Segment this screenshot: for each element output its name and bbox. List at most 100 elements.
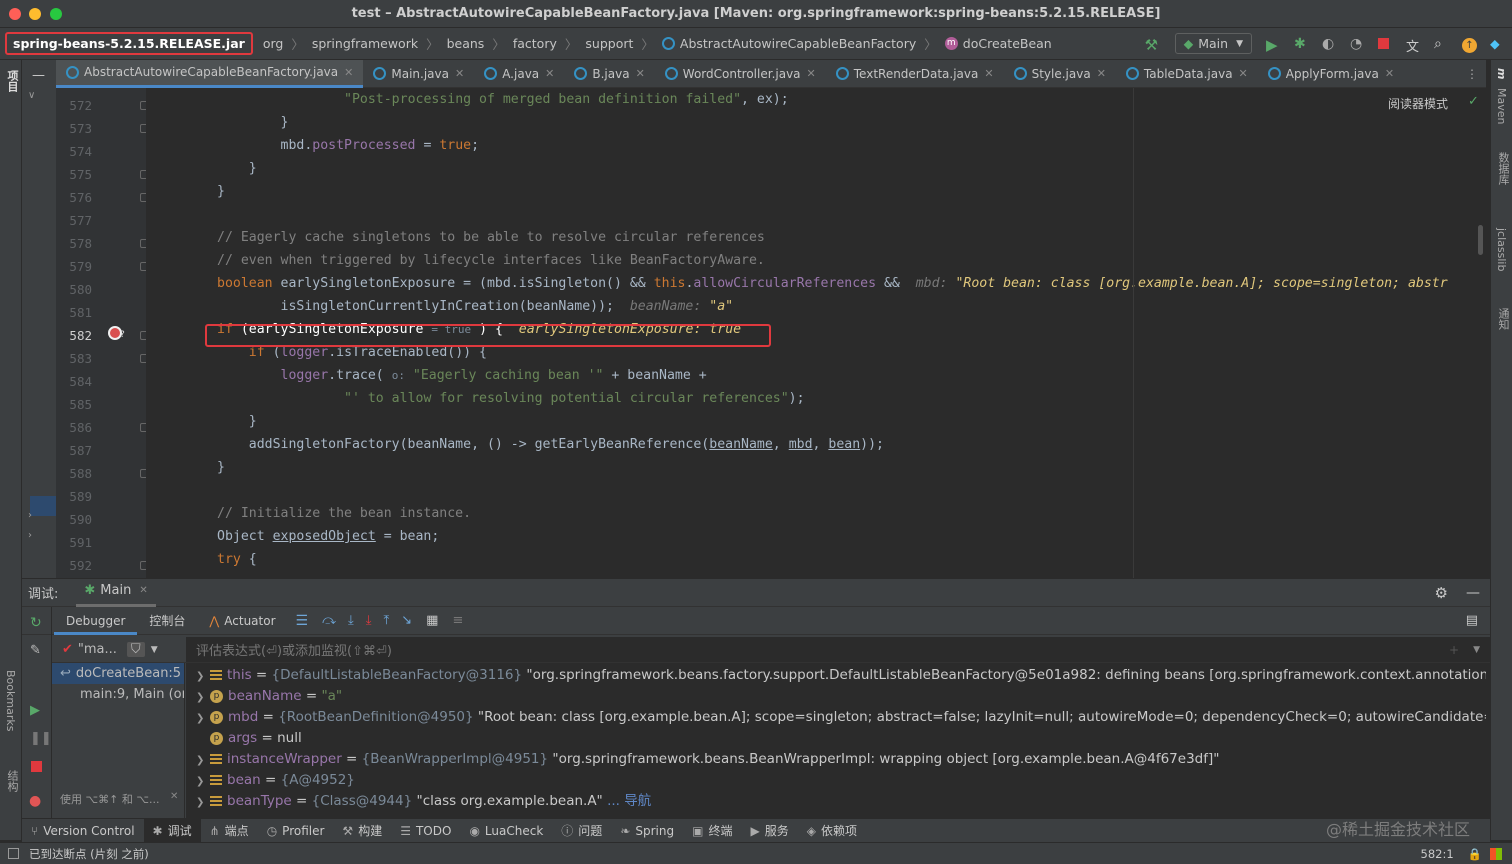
project-tool-button[interactable]: 项目 bbox=[4, 70, 20, 92]
settings-wrench-icon[interactable]: ✎ bbox=[30, 643, 41, 658]
expand-chevron-icon[interactable]: ❯ bbox=[196, 771, 210, 791]
lock-icon[interactable]: 🔒 bbox=[1468, 847, 1482, 861]
code-line-576[interactable]: } bbox=[146, 180, 1490, 203]
expand-chevron-icon[interactable]: ❯ bbox=[196, 750, 210, 770]
tool-profiler[interactable]: ◷ Profiler bbox=[258, 819, 334, 843]
layout-icon[interactable]: ☰ bbox=[296, 613, 309, 629]
close-tab-icon[interactable]: ✕ bbox=[1385, 67, 1394, 80]
variable-beanType[interactable]: ❯ beanType = {Class@4944} "class org.exam… bbox=[196, 791, 1486, 812]
show-more-link[interactable]: ... 导航 bbox=[607, 793, 651, 809]
variable-mbd[interactable]: ❯ p mbd = {RootBeanDefinition@4950} "Root … bbox=[196, 707, 1486, 728]
debug-icon[interactable]: ✱ bbox=[1294, 36, 1310, 52]
tab-a[interactable]: A.java ✕ bbox=[474, 60, 564, 88]
restore-layout-icon[interactable]: ▤ bbox=[1466, 613, 1478, 628]
tree-chevron-icon[interactable]: › bbox=[28, 530, 32, 541]
close-tab-icon[interactable]: ✕ bbox=[344, 66, 353, 79]
hide-panel-icon[interactable]: — bbox=[1466, 585, 1480, 601]
code-line-584[interactable]: logger.trace( o: "Eagerly caching bean '… bbox=[146, 364, 1490, 387]
resume-icon[interactable]: ▶ bbox=[30, 703, 40, 718]
notifications-tool-button[interactable]: 通知 bbox=[1495, 308, 1511, 330]
breadcrumb-springframework[interactable]: springframework bbox=[308, 36, 422, 51]
search-icon[interactable]: ⌕ bbox=[1434, 36, 1450, 52]
variable-args[interactable]: p args = null bbox=[196, 728, 1486, 749]
breadcrumb-factory[interactable]: factory bbox=[509, 36, 561, 51]
tab-debugger[interactable]: Debugger bbox=[54, 607, 138, 635]
code-line-574[interactable]: mbd.postProcessed = true; bbox=[146, 134, 1490, 157]
variable-beanName[interactable]: ❯ p beanName = "a" bbox=[196, 686, 1486, 707]
status-square-icon[interactable] bbox=[8, 848, 19, 859]
rerun-icon[interactable]: ↻ bbox=[30, 615, 42, 631]
database-tool-button[interactable]: 数据库 bbox=[1495, 152, 1511, 185]
code-line-573[interactable]: } bbox=[146, 111, 1490, 134]
tab-tabledata[interactable]: TableData.java ✕ bbox=[1116, 60, 1258, 88]
tab-wordcontroller[interactable]: WordController.java ✕ bbox=[655, 60, 826, 88]
code-line-579[interactable]: // even when triggered by lifecycle inte… bbox=[146, 249, 1490, 272]
tool-spring[interactable]: ❧ Spring bbox=[611, 819, 683, 843]
tool-todo[interactable]: ☰ TODO bbox=[391, 819, 460, 843]
tool-services[interactable]: ▶ 服务 bbox=[741, 819, 797, 843]
tool-luacheck[interactable]: ◉ LuaCheck bbox=[460, 819, 552, 843]
jclasslib-tool-button[interactable]: jclasslib bbox=[1495, 228, 1508, 271]
collapse-icon[interactable]: — bbox=[32, 68, 45, 83]
expand-chevron-icon[interactable]: ❯ bbox=[196, 792, 210, 812]
breadcrumb-support[interactable]: support bbox=[581, 36, 637, 51]
code-line-590[interactable]: // Initialize the bean instance. bbox=[146, 502, 1490, 525]
tab-abstractautowirecapablebeanfactory[interactable]: AbstractAutowireCapableBeanFactory.java ✕ bbox=[56, 59, 364, 88]
translate-icon[interactable]: 文 bbox=[1406, 36, 1422, 55]
filter-icon[interactable]: ⛉ bbox=[126, 642, 145, 657]
step-over-icon[interactable]: ⤼ bbox=[322, 613, 336, 628]
run-to-cursor-icon[interactable]: ↘ bbox=[401, 613, 412, 628]
add-watch-icon[interactable]: + bbox=[1449, 643, 1459, 657]
tool-version-control[interactable]: ⑂ Version Control bbox=[22, 819, 144, 843]
code-line-586[interactable]: } bbox=[146, 410, 1490, 433]
code-line-580[interactable]: boolean earlySingletonExposure = (mbd.is… bbox=[146, 272, 1490, 295]
frame-item-selected[interactable]: ↩ doCreateBean:5 bbox=[52, 663, 184, 684]
tree-chevron-icon[interactable]: ∨ bbox=[28, 90, 35, 101]
tab-console[interactable]: 控制台 bbox=[137, 607, 197, 635]
expand-chevron-icon[interactable]: ❯ bbox=[196, 687, 210, 707]
force-step-into-icon[interactable]: ⤓ bbox=[366, 613, 372, 628]
close-icon[interactable]: ✕ bbox=[139, 578, 147, 604]
code-line-591[interactable]: Object exposedObject = bean; bbox=[146, 525, 1490, 548]
step-into-icon[interactable]: ⤓ bbox=[348, 613, 354, 628]
update-icon[interactable]: ↑ bbox=[1462, 36, 1478, 53]
run-icon[interactable]: ▶ bbox=[1266, 36, 1282, 54]
step-out-icon[interactable]: ⤒ bbox=[383, 613, 389, 628]
tree-chevron-icon[interactable]: › bbox=[28, 510, 32, 521]
thread-selector[interactable]: ✔ "ma... ⛉ ▼ bbox=[52, 637, 186, 663]
chevron-down-icon[interactable]: ▼ bbox=[1473, 645, 1480, 655]
expand-chevron-icon[interactable]: ❯ bbox=[196, 708, 210, 728]
editor-scrollbar-thumb[interactable] bbox=[1478, 225, 1483, 255]
variable-bean[interactable]: ❯ bean = {A@4952} bbox=[196, 770, 1486, 791]
close-tab-icon[interactable]: ✕ bbox=[1097, 67, 1106, 80]
code-line-572[interactable]: "Post-processing of merged bean definiti… bbox=[146, 88, 1490, 111]
tool-debug[interactable]: ✱ 调试 bbox=[143, 818, 201, 843]
zoom-window-button[interactable] bbox=[50, 8, 62, 20]
tool-build[interactable]: ⚒ 构建 bbox=[333, 819, 391, 843]
minimize-window-button[interactable] bbox=[29, 8, 41, 20]
tool-dependencies[interactable]: ◈ 依赖项 bbox=[798, 819, 866, 843]
breadcrumb-method[interactable]: m doCreateBean bbox=[941, 36, 1056, 51]
breadcrumb-org[interactable]: org bbox=[259, 36, 288, 51]
breadcrumb-beans[interactable]: beans bbox=[443, 36, 489, 51]
close-icon[interactable]: ✕ bbox=[170, 791, 178, 802]
code-line-577[interactable] bbox=[146, 203, 1490, 226]
coverage-icon[interactable]: ◐ bbox=[1322, 36, 1338, 52]
close-tab-icon[interactable]: ✕ bbox=[455, 67, 464, 80]
code-line-575[interactable]: } bbox=[146, 157, 1490, 180]
tab-textrenderdata[interactable]: TextRenderData.java ✕ bbox=[826, 60, 1004, 88]
code-line-588[interactable]: } bbox=[146, 456, 1490, 479]
tab-b[interactable]: B.java ✕ bbox=[564, 60, 654, 88]
tool-terminal[interactable]: ▣ 终端 bbox=[683, 819, 741, 843]
code-line-581[interactable]: isSingletonCurrentlyInCreation(beanName)… bbox=[146, 295, 1490, 318]
close-tab-icon[interactable]: ✕ bbox=[1239, 67, 1248, 80]
close-tab-icon[interactable]: ✕ bbox=[984, 67, 993, 80]
trace-icon[interactable]: ≡ bbox=[452, 613, 463, 628]
close-tab-icon[interactable]: ✕ bbox=[807, 67, 816, 80]
tool-endpoints[interactable]: ⋔ 端点 bbox=[201, 819, 258, 843]
variable-this[interactable]: ❯ this = {DefaultListableBeanFactory@3116… bbox=[196, 665, 1486, 686]
frame-item[interactable]: main:9, Main (or bbox=[52, 684, 184, 705]
close-window-button[interactable] bbox=[9, 8, 21, 20]
close-tab-icon[interactable]: ✕ bbox=[636, 67, 645, 80]
breadcrumb-jar[interactable]: spring-beans-5.2.15.RELEASE.jar bbox=[5, 32, 253, 55]
